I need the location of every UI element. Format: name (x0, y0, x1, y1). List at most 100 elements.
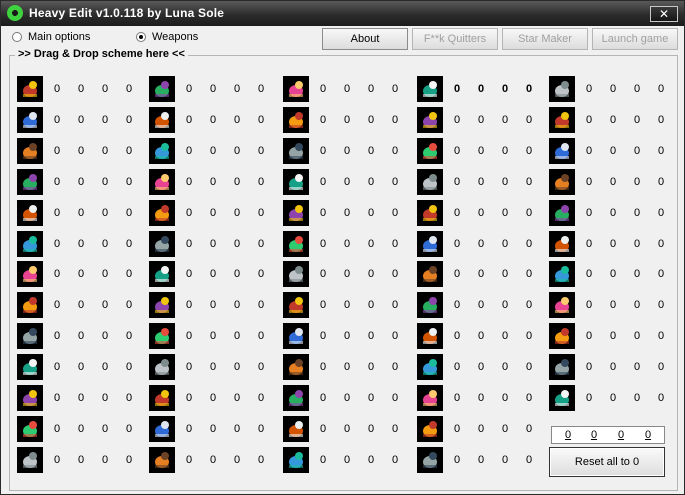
weapon-value[interactable]: 0 (522, 361, 536, 373)
weapon-value[interactable]: 0 (50, 361, 64, 373)
weapon-value[interactable]: 0 (474, 454, 488, 466)
weapon-value[interactable]: 0 (606, 299, 620, 311)
weapon-value[interactable]: 0 (654, 330, 668, 342)
weapon-value[interactable]: 0 (522, 145, 536, 157)
weapon-value[interactable]: 0 (340, 454, 354, 466)
weapon-value[interactable]: 0 (50, 454, 64, 466)
weapon-value[interactable]: 0 (50, 268, 64, 280)
weapon-value[interactable]: 0 (498, 330, 512, 342)
weapon-value[interactable]: 0 (254, 299, 268, 311)
weapon-value[interactable]: 0 (364, 299, 378, 311)
shield-ring-icon[interactable] (549, 169, 575, 195)
weapon-value[interactable]: 0 (364, 454, 378, 466)
worm-head-icon[interactable] (549, 292, 575, 318)
weapon-value[interactable]: 0 (182, 361, 196, 373)
weapon-value[interactable]: 0 (606, 392, 620, 404)
weapon-value[interactable]: 0 (340, 423, 354, 435)
weapon-value[interactable]: 0 (606, 83, 620, 95)
worm-face-icon[interactable] (417, 169, 443, 195)
weapon-value[interactable]: 0 (206, 207, 220, 219)
weapon-value[interactable]: 0 (582, 114, 596, 126)
weapon-value[interactable]: 0 (254, 330, 268, 342)
weapon-value[interactable]: 0 (606, 207, 620, 219)
weapon-value[interactable]: 0 (122, 114, 136, 126)
battery-icon[interactable] (283, 107, 309, 133)
weapon-value[interactable]: 0 (316, 330, 330, 342)
weapon-value[interactable]: 0 (316, 238, 330, 250)
weapon-value[interactable]: 0 (522, 392, 536, 404)
weapon-value[interactable]: 0 (474, 299, 488, 311)
weapon-value[interactable]: 0 (630, 145, 644, 157)
weapon-value[interactable]: 0 (74, 176, 88, 188)
dynamite-stick-icon[interactable] (283, 138, 309, 164)
weapon-value[interactable]: 0 (606, 145, 620, 157)
weapon-value[interactable]: 0 (388, 299, 402, 311)
weapon-value[interactable]: 0 (582, 392, 596, 404)
weapon-value[interactable]: 0 (340, 145, 354, 157)
weapon-value[interactable]: 0 (206, 423, 220, 435)
red-pipes-icon[interactable] (417, 447, 443, 473)
weapon-value[interactable]: 0 (654, 176, 668, 188)
weapon-value[interactable]: 0 (98, 238, 112, 250)
weapon-value[interactable]: 0 (340, 299, 354, 311)
weapon-value[interactable]: 0 (450, 83, 464, 95)
weapon-value[interactable]: 0 (498, 361, 512, 373)
weapon-value[interactable]: 0 (364, 145, 378, 157)
weapon-value[interactable]: 0 (98, 299, 112, 311)
weapon-value[interactable]: 0 (340, 176, 354, 188)
weapon-value[interactable]: 0 (654, 268, 668, 280)
weapon-value[interactable]: 0 (630, 176, 644, 188)
weapon-value[interactable]: 0 (182, 299, 196, 311)
weapon-value[interactable]: 0 (254, 423, 268, 435)
bullet-icon[interactable] (549, 76, 575, 102)
weapon-value[interactable]: 0 (206, 238, 220, 250)
weapon-value[interactable]: 0 (582, 268, 596, 280)
weapon-value[interactable]: 0 (450, 330, 464, 342)
weapon-value[interactable]: 0 (340, 238, 354, 250)
ninja-rope-icon[interactable] (17, 231, 43, 257)
weapon-value[interactable]: 0 (254, 392, 268, 404)
weapon-value[interactable]: 0 (340, 361, 354, 373)
weapon-value[interactable]: 0 (450, 454, 464, 466)
kamikaze-worm-icon[interactable] (149, 200, 175, 226)
weapon-value[interactable]: 0 (522, 268, 536, 280)
weapon-value[interactable]: 0 (630, 114, 644, 126)
sausage-icon[interactable] (149, 261, 175, 287)
weapon-value[interactable]: 0 (474, 361, 488, 373)
drill-icon[interactable] (149, 354, 175, 380)
weapon-value[interactable]: 0 (582, 83, 596, 95)
title-bar[interactable]: Heavy Edit v1.0.118 by Luna Sole ✕ (1, 1, 684, 26)
weapon-value[interactable]: 0 (364, 268, 378, 280)
weapon-value[interactable]: 0 (230, 238, 244, 250)
weapon-value[interactable]: 0 (388, 83, 402, 95)
weapon-value[interactable]: 0 (522, 330, 536, 342)
weapon-value[interactable]: 0 (364, 392, 378, 404)
air-strike-icon[interactable] (549, 385, 575, 411)
weapon-value[interactable]: 0 (654, 207, 668, 219)
weapon-value[interactable]: 0 (122, 238, 136, 250)
weapon-value[interactable]: 0 (606, 238, 620, 250)
weapon-value[interactable]: 0 (364, 176, 378, 188)
blowtorch-icon[interactable] (283, 200, 309, 226)
grenade-icon[interactable] (17, 138, 43, 164)
missiles-icon[interactable] (149, 76, 175, 102)
weapon-value[interactable]: 0 (388, 145, 402, 157)
weapon-value[interactable]: 0 (74, 238, 88, 250)
weapon-value[interactable]: 0 (74, 268, 88, 280)
weapon-value[interactable]: 0 (340, 392, 354, 404)
weapon-value[interactable]: 0 (340, 330, 354, 342)
weapon-value[interactable]: 0 (74, 114, 88, 126)
weapon-value[interactable]: 0 (474, 268, 488, 280)
weapon-value[interactable]: 0 (98, 423, 112, 435)
weapon-value[interactable]: 0 (50, 114, 64, 126)
potion-icon[interactable] (283, 323, 309, 349)
weapon-value[interactable]: 0 (316, 207, 330, 219)
weapon-value[interactable]: 0 (122, 361, 136, 373)
rocket-jet-icon[interactable] (17, 107, 43, 133)
weapon-value[interactable]: 0 (206, 330, 220, 342)
weapon-value[interactable]: 0 (50, 299, 64, 311)
weapon-value[interactable]: 0 (654, 361, 668, 373)
weapon-value[interactable]: 0 (474, 145, 488, 157)
weapon-value[interactable]: 0 (230, 361, 244, 373)
weapon-value[interactable]: 0 (450, 268, 464, 280)
